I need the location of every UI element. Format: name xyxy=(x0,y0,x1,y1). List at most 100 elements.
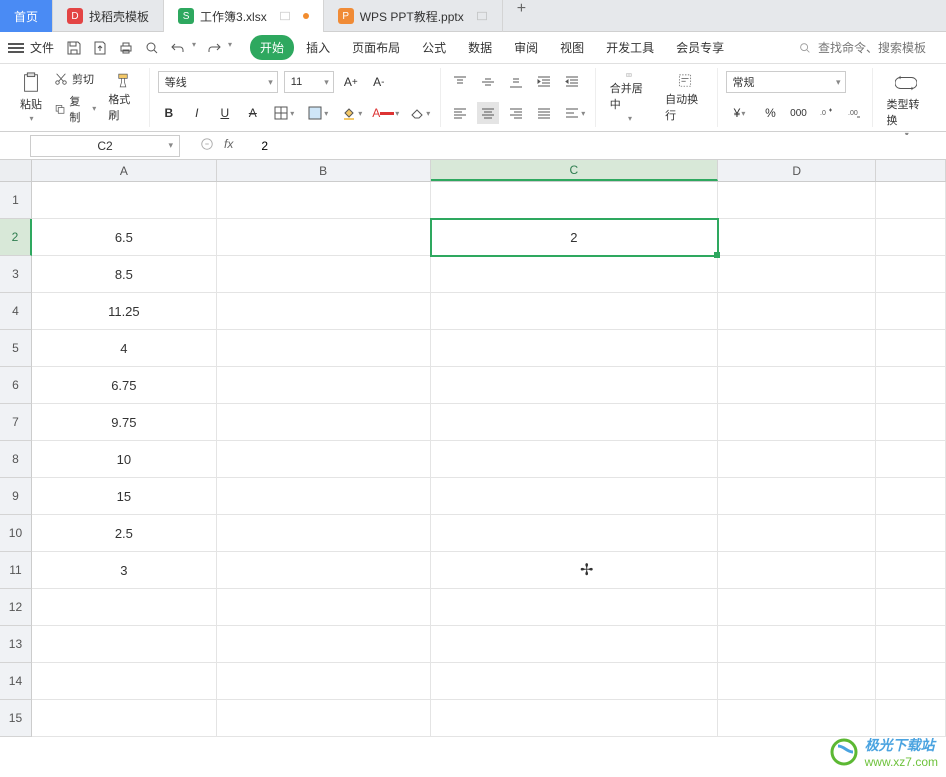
cell-C1[interactable] xyxy=(431,182,719,219)
font-name-select[interactable]: 等线 xyxy=(158,71,278,93)
cell-A15[interactable] xyxy=(32,700,217,737)
cell-D3[interactable] xyxy=(718,256,876,293)
row-header[interactable]: 9 xyxy=(0,478,32,515)
row-header[interactable]: 13 xyxy=(0,626,32,663)
cell-A9[interactable]: 15 xyxy=(32,478,217,515)
cell-A7[interactable]: 9.75 xyxy=(32,404,217,441)
cell-A10[interactable]: 2.5 xyxy=(32,515,217,552)
wrap-text-button[interactable]: 自动换行 xyxy=(659,68,710,127)
orientation-button[interactable]: ▾ xyxy=(561,102,589,124)
cell-E13[interactable] xyxy=(876,626,946,663)
row-header[interactable]: 5 xyxy=(0,330,32,367)
tab-template[interactable]: D 找稻壳模板 xyxy=(53,0,164,32)
cell-C12[interactable] xyxy=(431,589,719,626)
type-convert-button[interactable]: 类型转换▾ xyxy=(881,68,933,143)
save-icon[interactable] xyxy=(66,40,82,56)
align-left-button[interactable] xyxy=(449,102,471,124)
redo-icon[interactable] xyxy=(206,40,222,56)
cell-A3[interactable]: 8.5 xyxy=(32,256,217,293)
row-header[interactable]: 10 xyxy=(0,515,32,552)
export-icon[interactable] xyxy=(92,40,108,56)
cell-B8[interactable] xyxy=(217,441,431,478)
row-header[interactable]: 2 xyxy=(0,219,32,256)
format-painter-button[interactable]: 格式刷 xyxy=(102,68,142,127)
cell-B15[interactable] xyxy=(217,700,431,737)
cell-D1[interactable] xyxy=(718,182,876,219)
align-center-button[interactable] xyxy=(477,102,499,124)
row-header[interactable]: 15 xyxy=(0,700,32,737)
cell-A5[interactable]: 4 xyxy=(32,330,217,367)
cancel-formula-icon[interactable] xyxy=(200,137,214,154)
fill-color-button[interactable]: ▾ xyxy=(338,102,366,124)
align-bottom-button[interactable] xyxy=(505,71,527,93)
bold-button[interactable]: B xyxy=(158,102,180,124)
cell-B3[interactable] xyxy=(217,256,431,293)
cell-D14[interactable] xyxy=(718,663,876,700)
cell-E12[interactable] xyxy=(876,589,946,626)
print-preview-icon[interactable] xyxy=(144,40,160,56)
cell-C8[interactable] xyxy=(431,441,719,478)
cell-D9[interactable] xyxy=(718,478,876,515)
cell-E1[interactable] xyxy=(876,182,946,219)
cell-D2[interactable] xyxy=(718,219,876,256)
cell-C4[interactable] xyxy=(431,293,719,330)
align-right-button[interactable] xyxy=(505,102,527,124)
cell-E11[interactable] xyxy=(876,552,946,589)
new-tab-button[interactable]: + xyxy=(503,0,540,31)
cell-C10[interactable] xyxy=(431,515,719,552)
cell-E6[interactable] xyxy=(876,367,946,404)
ribbon-tab-member[interactable]: 会员专享 xyxy=(666,35,734,60)
cell-E8[interactable] xyxy=(876,441,946,478)
print-icon[interactable] xyxy=(118,40,134,56)
cell-B10[interactable] xyxy=(217,515,431,552)
cell-C13[interactable] xyxy=(431,626,719,663)
formula-input[interactable] xyxy=(255,135,946,157)
cell-E3[interactable] xyxy=(876,256,946,293)
currency-button[interactable]: ¥▾ xyxy=(726,102,754,124)
strikethrough-button[interactable]: A xyxy=(242,102,264,124)
ribbon-tab-layout[interactable]: 页面布局 xyxy=(342,35,410,60)
cut-button[interactable]: 剪切 xyxy=(54,71,96,87)
cell-D8[interactable] xyxy=(718,441,876,478)
cell-B6[interactable] xyxy=(217,367,431,404)
cell-D7[interactable] xyxy=(718,404,876,441)
cell-D6[interactable] xyxy=(718,367,876,404)
cell-E7[interactable] xyxy=(876,404,946,441)
ribbon-tab-view[interactable]: 视图 xyxy=(550,35,594,60)
decrease-decimal-button[interactable]: .00 xyxy=(844,102,866,124)
cell-C5[interactable] xyxy=(431,330,719,367)
cell-B12[interactable] xyxy=(217,589,431,626)
comma-button[interactable]: 000 xyxy=(788,102,810,124)
cell-D12[interactable] xyxy=(718,589,876,626)
font-grow-button[interactable]: A+ xyxy=(340,71,362,93)
redo-dropdown-icon[interactable]: ▾ xyxy=(228,40,232,56)
undo-icon[interactable] xyxy=(170,40,186,56)
font-shrink-button[interactable]: A- xyxy=(368,71,390,93)
borders-button[interactable]: ▾ xyxy=(270,102,298,124)
cell-B9[interactable] xyxy=(217,478,431,515)
cell-A13[interactable] xyxy=(32,626,217,663)
cell-C14[interactable] xyxy=(431,663,719,700)
col-header-B[interactable]: B xyxy=(217,160,431,181)
cell-B14[interactable] xyxy=(217,663,431,700)
cell-B5[interactable] xyxy=(217,330,431,367)
search-input[interactable] xyxy=(818,41,938,55)
italic-button[interactable]: I xyxy=(186,102,208,124)
cell-C7[interactable] xyxy=(431,404,719,441)
col-header-E[interactable] xyxy=(876,160,946,181)
cell-E4[interactable] xyxy=(876,293,946,330)
cell-E9[interactable] xyxy=(876,478,946,515)
cell-C3[interactable] xyxy=(431,256,719,293)
cell-A6[interactable]: 6.75 xyxy=(32,367,217,404)
row-header[interactable]: 3 xyxy=(0,256,32,293)
undo-dropdown-icon[interactable]: ▾ xyxy=(192,40,196,56)
ribbon-tab-start[interactable]: 开始 xyxy=(250,35,294,60)
name-box[interactable]: C2 xyxy=(30,135,180,157)
cell-D5[interactable] xyxy=(718,330,876,367)
cell-B2[interactable] xyxy=(217,219,431,256)
cell-B11[interactable] xyxy=(217,552,431,589)
ribbon-tab-data[interactable]: 数据 xyxy=(458,35,502,60)
number-format-select[interactable]: 常规 xyxy=(726,71,846,93)
col-header-C[interactable]: C xyxy=(431,160,719,181)
font-color-button[interactable]: A▾ xyxy=(372,102,400,124)
